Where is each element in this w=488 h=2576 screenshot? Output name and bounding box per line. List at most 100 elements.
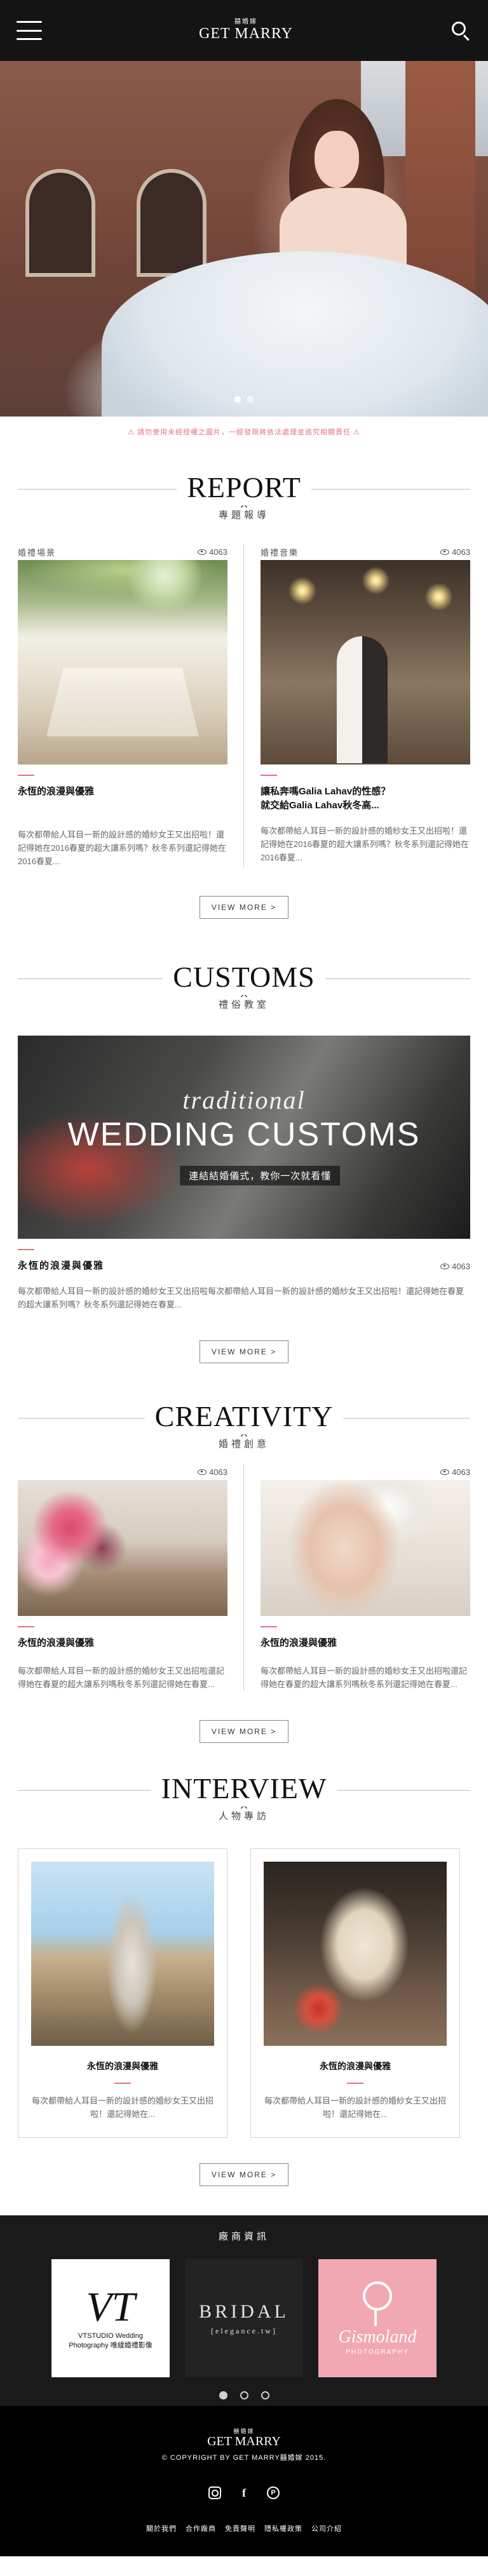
card-accent	[347, 2083, 363, 2084]
vendor-dot[interactable]	[240, 2391, 248, 2399]
key-icon	[363, 2281, 392, 2326]
customs-subtitle: 禮俗教室	[218, 999, 269, 1010]
report-heading: REPORT ✕ 專題報導	[0, 470, 488, 531]
interview-card[interactable]: 永恆的浪漫與優雅 每次都帶給人耳目一新的設計感的婚紗女王又出招啦！還記得她在..…	[18, 1848, 227, 2138]
footer-logo[interactable]: 囍婚嫁 GET MARRY	[0, 2428, 488, 2449]
report-card[interactable]: 婚禮場景 4063 永恆的浪漫與優雅 每次都帶給人耳目一新的設計感的婚紗女王又出…	[18, 544, 227, 868]
footer-logo-small: 囍婚嫁	[233, 2428, 255, 2434]
creativity-card[interactable]: 4063 永恆的浪漫與優雅 每次都帶給人耳目一新的設計感的婚紗女王又出招啦還記得…	[18, 1464, 227, 1691]
customs-meta: 永恆的浪漫與優雅 4063	[18, 1259, 470, 1273]
card-title[interactable]: 永恆的浪漫與優雅	[31, 2060, 214, 2072]
creativity-subtitle: 婚禮創意	[218, 1439, 269, 1450]
image-banner: 連結結婚儀式，教你一次就看懂	[180, 1166, 341, 1185]
card-image[interactable]	[261, 560, 470, 764]
card-image[interactable]	[261, 1480, 470, 1616]
column-divider	[243, 544, 244, 868]
bridal-caption: [elegance.tw]	[211, 2326, 277, 2335]
footer-link-company[interactable]: 公司介紹	[311, 2523, 342, 2533]
footer-link-disclaimer[interactable]: 免責聲明	[225, 2523, 255, 2533]
card-accent	[18, 1626, 34, 1627]
footer-link-privacy[interactable]: 隱私權政策	[264, 2523, 302, 2533]
hero-dot[interactable]	[234, 396, 241, 403]
page: 囍婚嫁 GET MARRY ⚠ 請勿使用未經授權之圖片，一經發現將依法處理並追究…	[0, 0, 488, 2576]
vendor-dot[interactable]	[261, 2391, 269, 2399]
creativity-card[interactable]: 4063 永恆的浪漫與優雅 每次都帶給人耳目一新的設計感的婚紗女王又出招啦還記得…	[261, 1464, 470, 1691]
site-logo[interactable]: 囍婚嫁 GET MARRY	[199, 18, 293, 43]
report-cards: 婚禮場景 4063 永恆的浪漫與優雅 每次都帶給人耳目一新的設計感的婚紗女王又出…	[0, 544, 488, 868]
interview-cards: 永恆的浪漫與優雅 每次都帶給人耳目一新的設計感的婚紗女王又出招啦！還記得她在..…	[0, 1848, 488, 2138]
card-title[interactable]: 永恆的浪漫與優雅	[261, 1636, 470, 1650]
card-title[interactable]: 永恆的浪漫與優雅	[18, 785, 227, 799]
creativity-section: CREATIVITY ✕ 婚禮創意 4063 永恆的浪漫與優雅 每次都帶給人耳目…	[0, 1399, 488, 1743]
creativity-title: CREATIVITY	[144, 1399, 344, 1434]
search-icon[interactable]	[450, 20, 471, 41]
image-script-text: traditional	[182, 1086, 306, 1114]
image-table	[46, 667, 199, 737]
view-more-button[interactable]: VIEW MORE >	[199, 2163, 289, 2186]
interview-heading: INTERVIEW ✕ 人物專訪	[0, 1771, 488, 1832]
social-links: f P	[0, 2486, 488, 2499]
view-count-value: 4063	[452, 1467, 470, 1477]
logo-small-text: 囍婚嫁	[234, 18, 257, 25]
card-image[interactable]	[18, 560, 227, 764]
card-accent	[114, 2083, 131, 2084]
image-couple	[337, 636, 388, 763]
card-title[interactable]: 永恆的浪漫與優雅	[264, 2060, 447, 2072]
vendor-dot[interactable]	[219, 2391, 227, 2399]
card-excerpt: 每次都帶給人耳目一新的設計感的婚紗女王又出招啦！還記得她在2016春夏的超大讓系…	[18, 830, 226, 866]
view-count: 4063	[440, 1467, 470, 1477]
card-title[interactable]: 讓私奔嗎Galia Lahav的性感？ 就交給Galia Lahav秋冬高...	[261, 785, 470, 813]
hero-dot[interactable]	[247, 396, 254, 403]
view-more-button[interactable]: VIEW MORE >	[199, 896, 289, 919]
card-meta: 婚禮場景 4063	[18, 544, 227, 560]
customs-card-title[interactable]: 永恆的浪漫與優雅	[18, 1259, 104, 1273]
customs-feature-image[interactable]: traditional WEDDING CUSTOMS 連結結婚儀式，教你一次就…	[18, 1036, 470, 1239]
eye-icon	[440, 1263, 450, 1269]
eye-icon	[440, 1469, 450, 1475]
view-count: 4063	[198, 1467, 227, 1477]
creativity-more-wrap: VIEW MORE >	[0, 1720, 488, 1743]
eye-icon	[440, 549, 450, 555]
card-image[interactable]	[18, 1480, 227, 1616]
card-image[interactable]	[264, 1862, 447, 2046]
interview-title: INTERVIEW	[151, 1771, 337, 1806]
vt-caption: VTSTUDIO Wedding Photography 唯緹婚禮影像	[69, 2332, 152, 2349]
facebook-icon[interactable]: f	[238, 2486, 250, 2499]
copyright-text: © COPYRIGHT BY GET MARRY囍婚嫁 2015.	[161, 2454, 327, 2462]
footer-link-partners[interactable]: 合作廠商	[186, 2523, 216, 2533]
card-image[interactable]	[31, 1862, 214, 2046]
hero-bride-face	[315, 131, 359, 188]
menu-line	[17, 29, 42, 32]
card-meta: 4063	[18, 1464, 227, 1480]
view-count-value: 4063	[452, 547, 470, 557]
site-footer: 囍婚嫁 GET MARRY © COPYRIGHT BY GET MARRY囍婚…	[0, 2406, 488, 2556]
eye-icon	[198, 1469, 207, 1475]
card-accent	[18, 1249, 34, 1250]
vendor-logo-vtstudio[interactable]: VT VTSTUDIO Wedding Photography 唯緹婚禮影像	[51, 2259, 170, 2377]
report-title: REPORT	[177, 470, 311, 505]
vendor-logo-bridal[interactable]: BRIDAL [elegance.tw]	[185, 2259, 303, 2377]
view-more-button[interactable]: VIEW MORE >	[199, 1340, 289, 1363]
footer-link-about[interactable]: 關於我們	[146, 2523, 177, 2533]
pinterest-icon[interactable]: P	[267, 2486, 280, 2499]
card-title[interactable]: 永恆的浪漫與優雅	[18, 1636, 227, 1650]
interview-card[interactable]: 永恆的浪漫與優雅 每次都帶給人耳目一新的設計感的婚紗女王又出招啦！還記得她在..…	[250, 1848, 460, 2138]
vendor-logo-gismoland[interactable]: Gismoland PHOTOGRAPHY	[318, 2259, 437, 2377]
card-excerpt: 每次都帶給人耳目一新的設計感的婚紗女王又出招啦還記得她在春夏的超大讓系列嗎秋冬系…	[261, 1666, 468, 1689]
creativity-cards: 4063 永恆的浪漫與優雅 每次都帶給人耳目一新的設計感的婚紗女王又出招啦還記得…	[0, 1464, 488, 1691]
card-excerpt: 每次都帶給人耳目一新的設計感的婚紗女王又出招啦還記得她在春夏的超大讓系列嗎秋冬系…	[18, 1666, 225, 1689]
menu-icon[interactable]	[17, 21, 42, 40]
notice-text: ⚠ 請勿使用未經授權之圖片，一經發現將依法處理並追究相關責任 ⚠	[128, 429, 360, 436]
instagram-icon[interactable]	[208, 2486, 221, 2499]
customs-excerpt: 每次都帶給人耳目一新的設計感的婚紗女王又出招啦每次都帶給人耳目一新的設計感的婚紗…	[18, 1286, 464, 1309]
vendor-title: 廠商資訊	[218, 2231, 269, 2242]
vendor-pagination	[0, 2391, 488, 2399]
view-count: 4063	[198, 547, 227, 557]
column-divider	[243, 1464, 244, 1691]
view-count: 4063	[440, 1262, 470, 1271]
view-more-button[interactable]: VIEW MORE >	[199, 1720, 289, 1743]
hero-slider[interactable]	[0, 61, 488, 417]
view-count-value: 4063	[209, 1467, 227, 1477]
card-excerpt: 每次都帶給人耳目一新的設計感的婚紗女王又出招啦！還記得她在...	[31, 2096, 214, 2119]
report-card[interactable]: 婚禮音樂 4063 讓私奔嗎Galia Lahav的性感？ 就交給Galia L…	[261, 544, 470, 868]
